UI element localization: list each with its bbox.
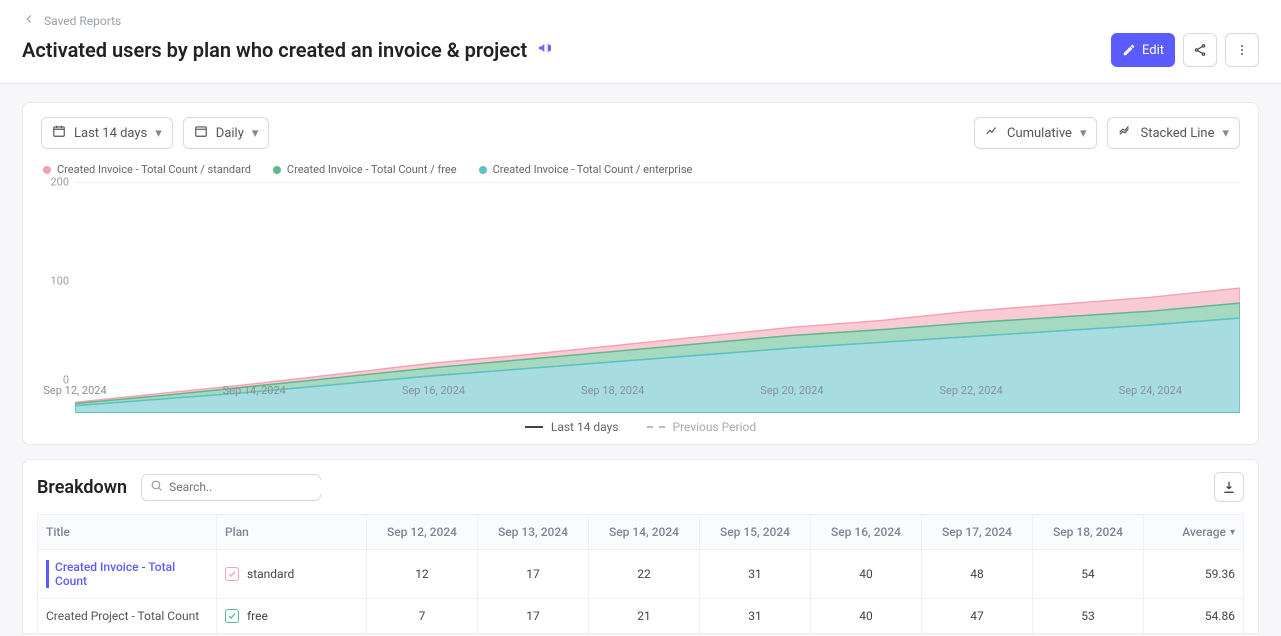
search-icon bbox=[150, 479, 163, 496]
calendar-icon bbox=[194, 124, 208, 142]
stacked-line-icon bbox=[1118, 124, 1132, 142]
more-menu-button[interactable] bbox=[1225, 33, 1259, 67]
breakdown-search[interactable] bbox=[141, 474, 321, 501]
download-button[interactable] bbox=[1214, 472, 1244, 502]
breakdown-search-input[interactable] bbox=[169, 480, 325, 494]
interval-dropdown[interactable]: Daily ▾ bbox=[183, 117, 270, 149]
breadcrumb-link[interactable]: Saved Reports bbox=[44, 14, 121, 28]
breakdown-heading: Breakdown bbox=[37, 477, 127, 498]
back-icon[interactable] bbox=[22, 12, 36, 29]
edit-button-label: Edit bbox=[1142, 43, 1164, 58]
breakdown-row-title[interactable]: Created Project - Total Count bbox=[46, 609, 199, 623]
share-button[interactable] bbox=[1183, 33, 1217, 67]
chevron-down-icon: ▾ bbox=[1222, 126, 1229, 141]
interval-label: Daily bbox=[216, 126, 244, 141]
legend-free[interactable]: Created Invoice - Total Count / free bbox=[287, 163, 457, 176]
line-chart-icon bbox=[985, 124, 999, 142]
edit-button[interactable]: Edit bbox=[1111, 33, 1175, 67]
legend-standard[interactable]: Created Invoice - Total Count / standard bbox=[57, 163, 251, 176]
period-current[interactable]: Last 14 days bbox=[551, 420, 619, 434]
calendar-icon bbox=[52, 124, 66, 142]
chevron-down-icon: ▾ bbox=[1080, 126, 1087, 141]
chart[interactable]: 0100200 Sep 12, 2024Sep 14, 2024Sep 16, … bbox=[41, 182, 1240, 402]
mode-dropdown[interactable]: Cumulative ▾ bbox=[974, 117, 1097, 149]
chevron-down-icon: ▾ bbox=[252, 126, 259, 141]
plan-checkbox[interactable] bbox=[225, 567, 239, 581]
chart-type-label: Stacked Line bbox=[1140, 126, 1214, 141]
date-range-label: Last 14 days bbox=[74, 126, 147, 141]
breakdown-row-title[interactable]: Created Invoice - Total Count bbox=[46, 560, 208, 588]
plan-checkbox[interactable] bbox=[225, 609, 239, 623]
date-range-dropdown[interactable]: Last 14 days ▾ bbox=[41, 117, 173, 149]
period-previous[interactable]: Previous Period bbox=[673, 420, 757, 434]
chart-type-dropdown[interactable]: Stacked Line ▾ bbox=[1107, 117, 1240, 149]
legend-enterprise[interactable]: Created Invoice - Total Count / enterpri… bbox=[493, 163, 693, 176]
series-legend: Created Invoice - Total Count / standard… bbox=[43, 163, 1240, 176]
chevron-down-icon: ▾ bbox=[155, 126, 162, 141]
mode-label: Cumulative bbox=[1007, 126, 1072, 141]
page-title: Activated users by plan who created an i… bbox=[22, 38, 527, 62]
megaphone-icon bbox=[537, 40, 553, 60]
